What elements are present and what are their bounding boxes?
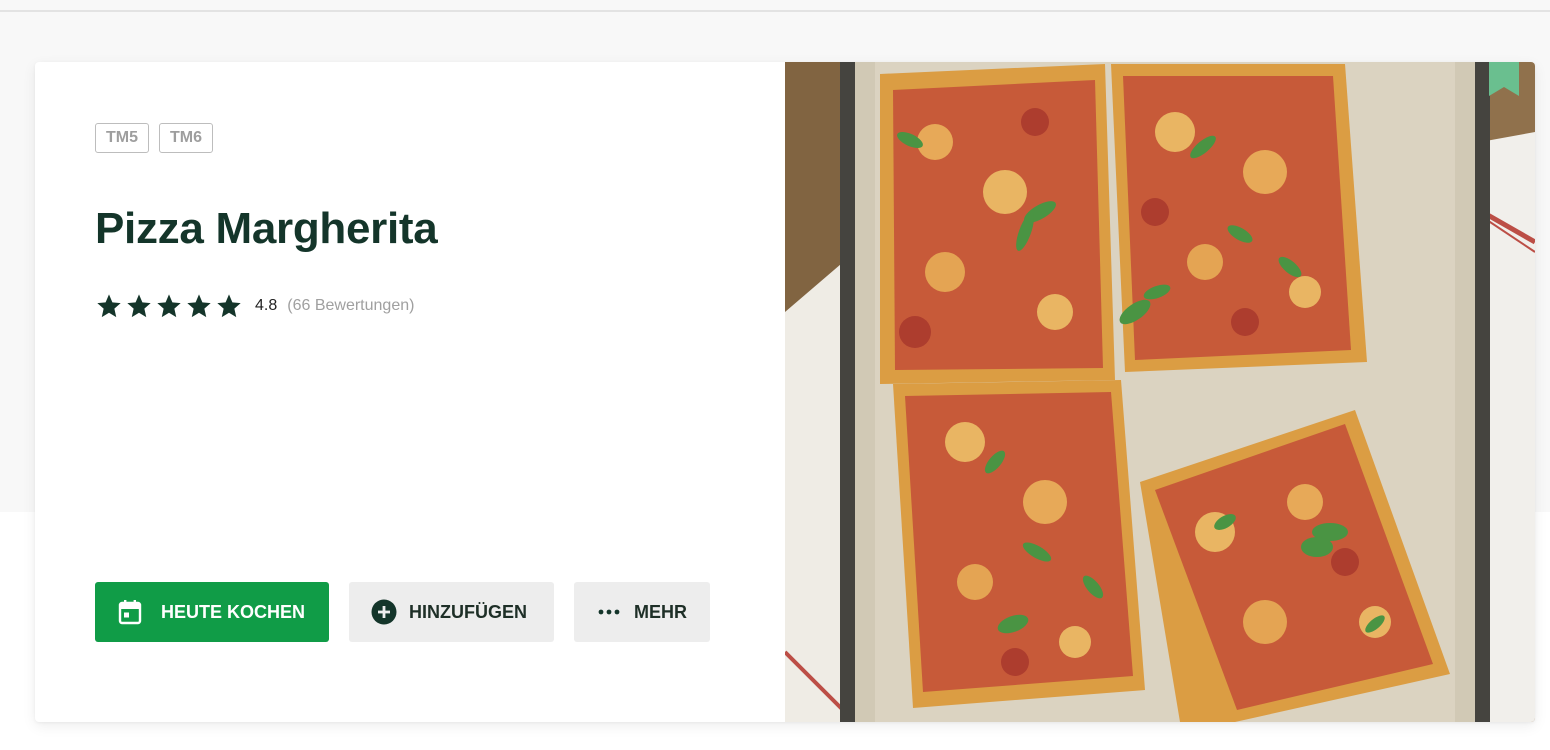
calendar-icon bbox=[117, 599, 143, 625]
cook-today-button[interactable]: HEUTE KOCHEN bbox=[95, 582, 329, 642]
header-divider bbox=[0, 10, 1550, 12]
bookmark-icon[interactable] bbox=[1489, 62, 1519, 96]
cook-today-label: HEUTE KOCHEN bbox=[161, 601, 306, 622]
add-label: HINZUFÜGEN bbox=[409, 601, 527, 622]
star-icon bbox=[127, 294, 151, 318]
tag-tm6[interactable]: TM6 bbox=[159, 123, 213, 153]
star-icon bbox=[187, 294, 211, 318]
star-icon bbox=[217, 294, 241, 318]
recipe-card: TM5 TM6 Pizza Margherita 4.8 (66 Bewertu… bbox=[35, 62, 1535, 722]
recipe-actions: HEUTE KOCHEN HINZUFÜGEN MEHR bbox=[95, 582, 710, 642]
device-tags: TM5 TM6 bbox=[95, 123, 213, 153]
star-icon bbox=[157, 294, 181, 318]
more-label: MEHR bbox=[634, 601, 687, 622]
rating[interactable]: 4.8 (66 Bewertungen) bbox=[95, 292, 414, 320]
recipe-info-panel: TM5 TM6 Pizza Margherita 4.8 (66 Bewertu… bbox=[35, 62, 785, 722]
add-button[interactable]: HINZUFÜGEN bbox=[349, 582, 554, 642]
tag-tm5[interactable]: TM5 bbox=[95, 123, 149, 153]
recipe-title: Pizza Margherita bbox=[95, 204, 438, 253]
star-icon bbox=[97, 294, 121, 318]
more-button[interactable]: MEHR bbox=[574, 582, 710, 642]
rating-value: 4.8 bbox=[255, 297, 278, 314]
more-dots-icon bbox=[596, 599, 622, 625]
recipe-photo[interactable] bbox=[785, 62, 1535, 722]
plus-circle-icon bbox=[371, 599, 397, 625]
rating-stars bbox=[95, 292, 243, 320]
rating-count[interactable]: (66 Bewertungen) bbox=[287, 297, 414, 315]
